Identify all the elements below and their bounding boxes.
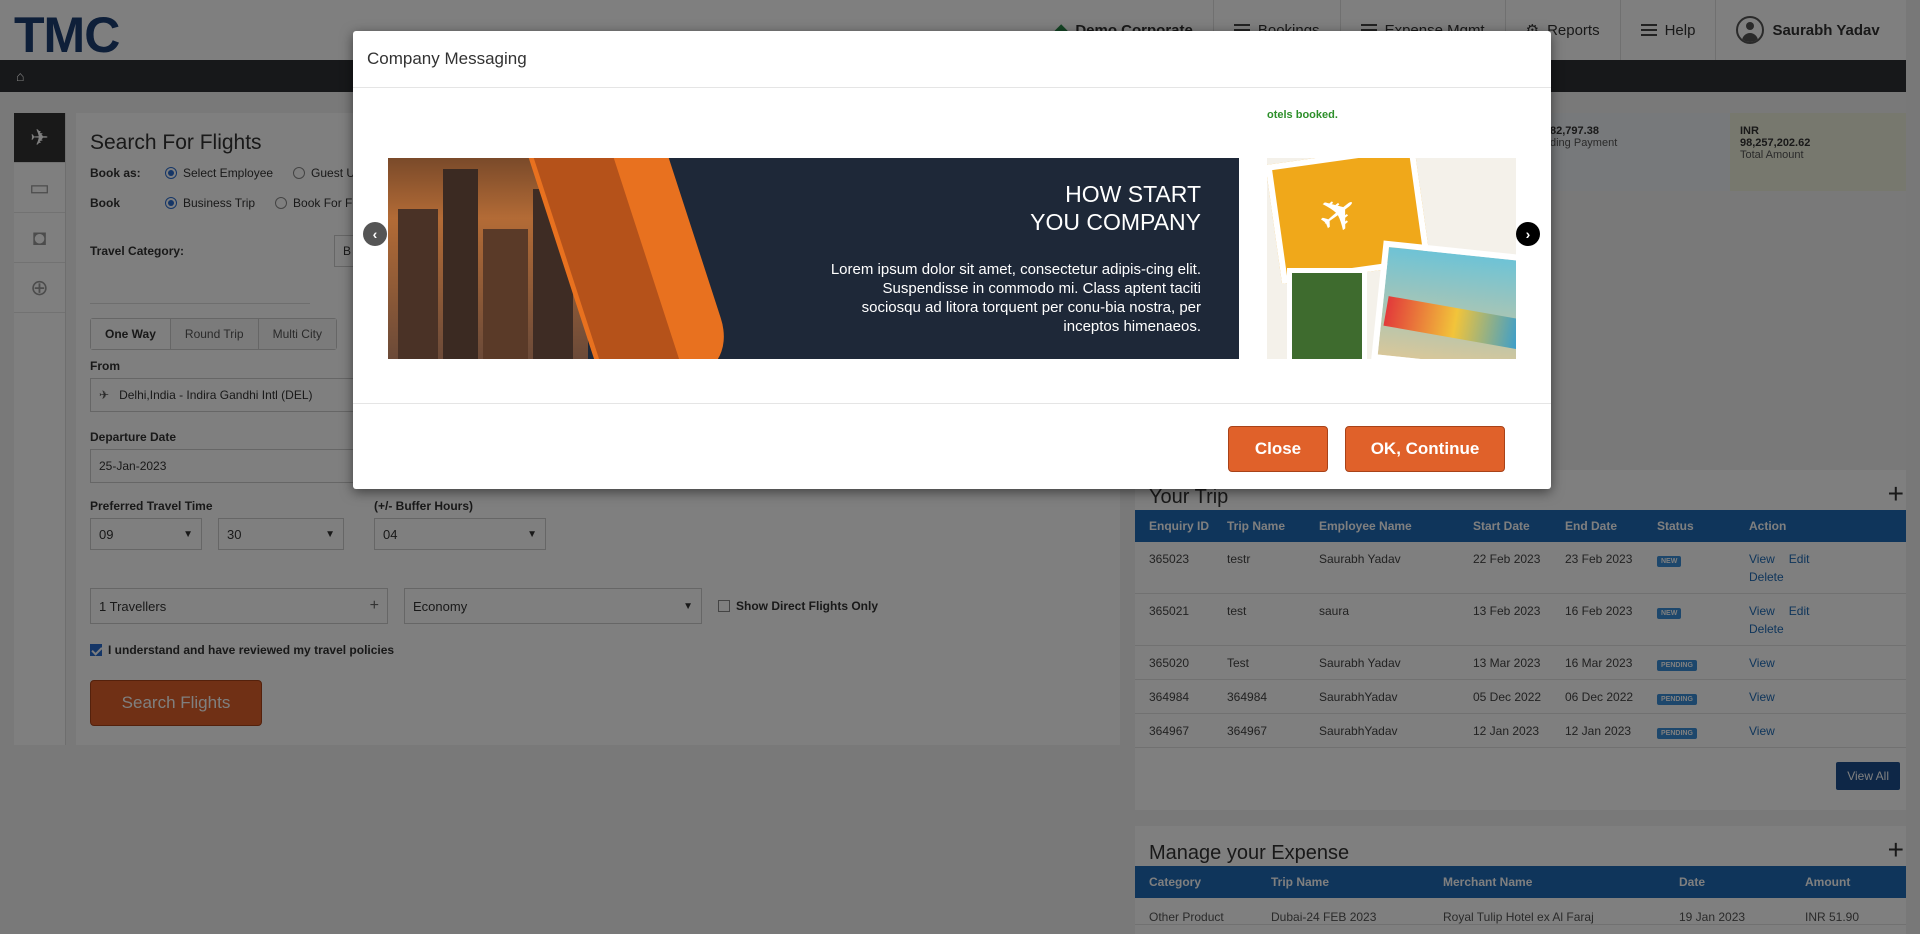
slide-heading: HOW START YOU COMPANY [1030, 181, 1201, 235]
close-button[interactable]: Close [1228, 426, 1328, 472]
company-messaging-modal: Company Messaging otels booked. HOW STAR… [353, 31, 1551, 489]
ok-continue-button[interactable]: OK, Continue [1345, 426, 1505, 472]
banner-slide[interactable]: HOW START YOU COMPANY Lorem ipsum dolor … [388, 158, 1239, 359]
slide-text: Lorem ipsum dolor sit amet, consectetur … [830, 261, 1201, 335]
next-slide-icon[interactable]: › [1516, 222, 1540, 246]
forest-photo [1287, 268, 1367, 359]
modal-title: Company Messaging [353, 31, 1551, 88]
modal-footer: Close OK, Continue [353, 403, 1551, 489]
prev-slide-icon[interactable]: ‹ [363, 222, 387, 246]
slide-caption: otels booked. [1267, 109, 1338, 121]
travel-photo-slide[interactable]: ✈ [1267, 158, 1516, 359]
